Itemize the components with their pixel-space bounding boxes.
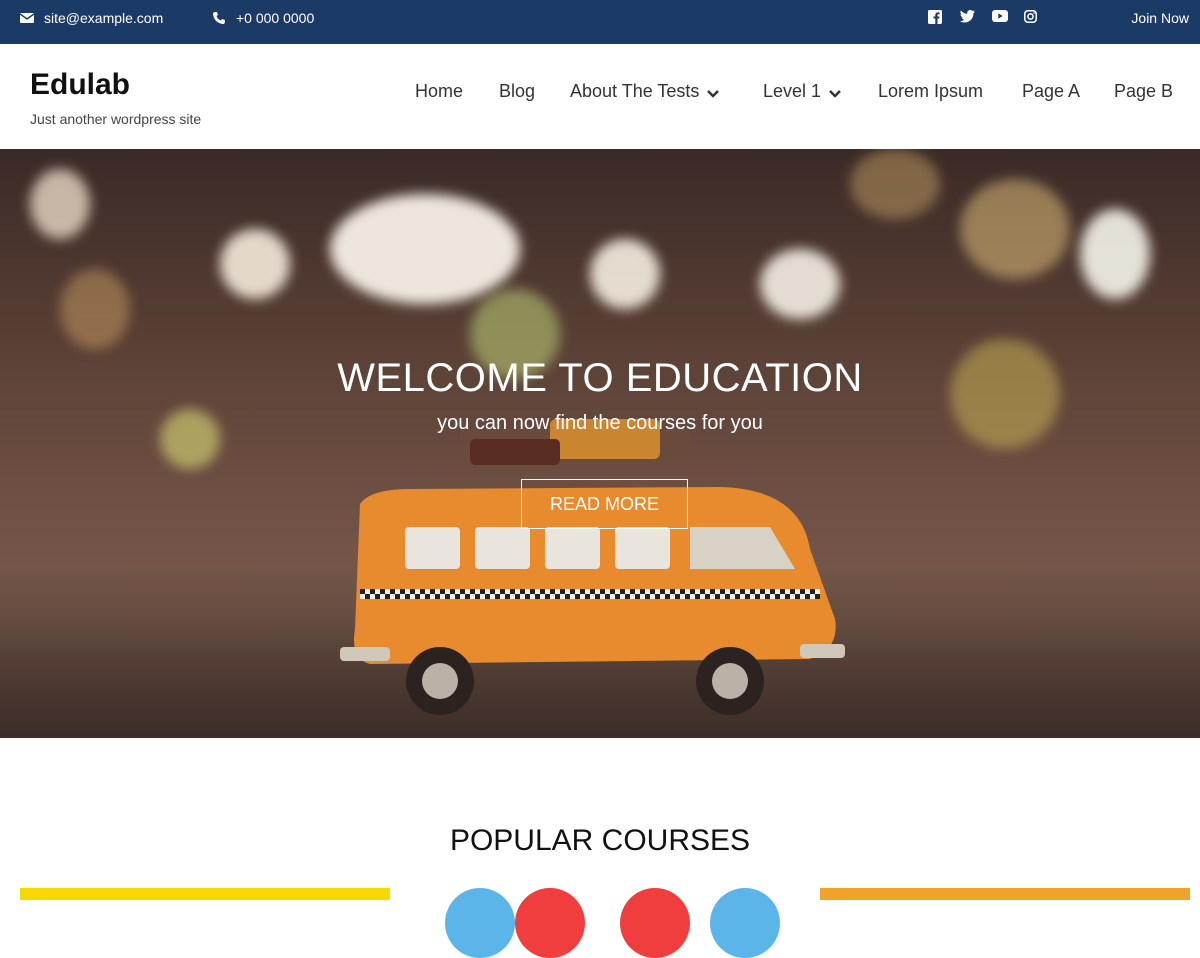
phone-icon	[212, 11, 226, 25]
top-bar: site@example.com +0 000 0000 Join Now	[0, 0, 1200, 44]
nav-item-page-a[interactable]: Page A	[1022, 81, 1080, 102]
read-more-button[interactable]: READ MORE	[521, 479, 688, 529]
nav-label: Page B	[1114, 81, 1174, 101]
nav-item-home[interactable]: Home	[415, 81, 463, 102]
bokeh-light	[590, 239, 660, 309]
hero-title: WELCOME TO EDUCATION	[337, 356, 863, 400]
course-card-strip[interactable]	[20, 888, 390, 900]
bokeh-light	[850, 149, 940, 219]
hero-banner: WELCOME TO EDUCATION you can now find th…	[0, 149, 1200, 738]
nav-label: Home	[415, 81, 464, 101]
nav-item-lorem-ipsum[interactable]: Lorem Ipsum	[878, 81, 983, 102]
envelope-icon	[20, 12, 34, 24]
phone-text: +0 000 0000	[236, 10, 315, 26]
course-circle-blue	[710, 888, 780, 958]
nav-item-level-1[interactable]: Level 1	[763, 81, 841, 102]
bokeh-light	[330, 194, 520, 304]
contact-email[interactable]: site@example.com	[20, 0, 163, 36]
chevron-down-icon	[707, 89, 720, 98]
hero-subtitle: you can now find the courses for you	[437, 412, 763, 434]
bokeh-light	[760, 249, 840, 319]
course-circle-red	[515, 888, 585, 958]
bokeh-light	[60, 269, 130, 349]
nav-item-page-b[interactable]: Page B	[1114, 81, 1173, 102]
email-text: site@example.com	[44, 10, 164, 26]
youtube-icon[interactable]	[992, 10, 1008, 24]
nav-label: Page A	[1022, 81, 1081, 101]
bokeh-light	[30, 169, 90, 239]
chevron-down-icon	[829, 89, 841, 98]
nav-item-blog[interactable]: Blog	[499, 81, 535, 102]
nav-label: Lorem Ipsum	[878, 81, 984, 101]
toy-bus-image	[340, 419, 845, 715]
popular-courses-heading: POPULAR COURSES	[449, 824, 751, 857]
bokeh-light	[220, 229, 290, 299]
main-nav: Home Blog About The Tests Level 1 Lorem …	[0, 81, 1200, 105]
nav-label: About The Tests	[570, 81, 700, 101]
contact-phone[interactable]: +0 000 0000	[212, 0, 314, 36]
bokeh-light	[960, 179, 1070, 279]
join-now-link[interactable]: Join Now	[1131, 10, 1189, 26]
nav-item-about-the-tests[interactable]: About The Tests	[570, 81, 720, 102]
course-circle-red	[620, 888, 690, 958]
social-links	[928, 10, 1038, 24]
course-card-strip[interactable]	[820, 888, 1190, 900]
site-tagline: Just another wordpress site	[30, 111, 202, 127]
facebook-icon[interactable]	[928, 10, 942, 24]
bokeh-light	[1080, 209, 1150, 299]
instagram-icon[interactable]	[1024, 10, 1038, 24]
nav-label: Blog	[499, 81, 536, 101]
twitter-icon[interactable]	[960, 10, 975, 24]
site-header: Edulab Just another wordpress site Home …	[0, 44, 1200, 149]
nav-label: Level 1	[763, 81, 822, 101]
course-circle-blue	[445, 888, 515, 958]
